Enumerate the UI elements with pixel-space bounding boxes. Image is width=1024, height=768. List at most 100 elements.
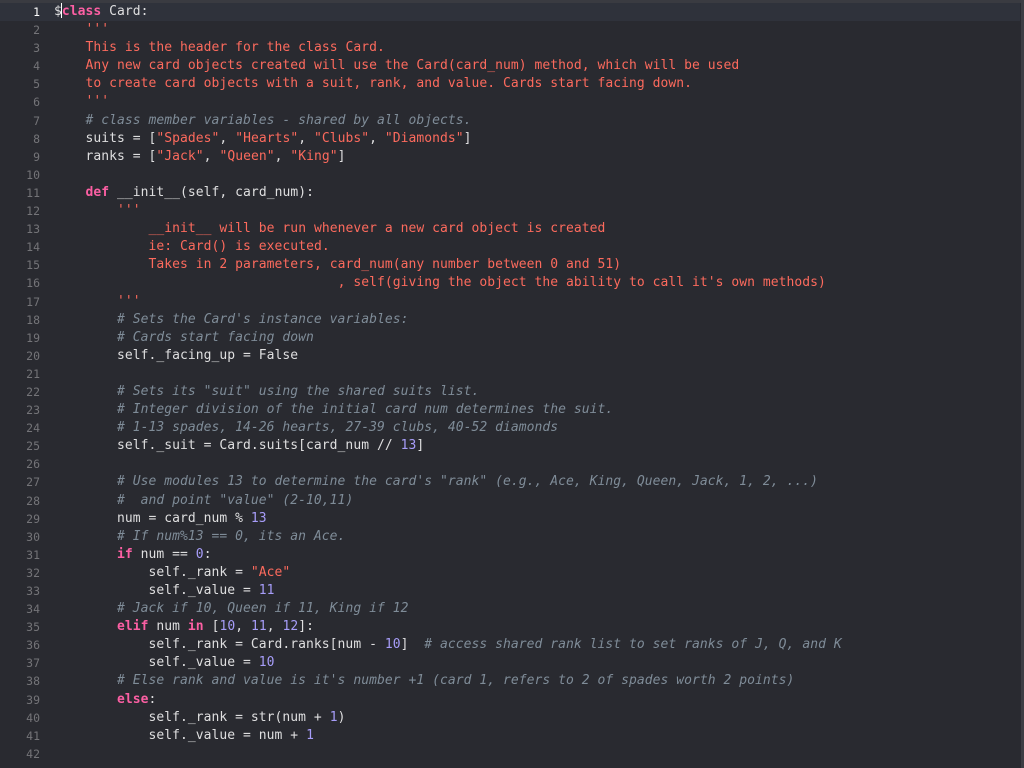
string-token: "Clubs" [313, 130, 370, 146]
code-line[interactable]: 12 ''' [0, 202, 1020, 220]
code-line[interactable]: 34 # Jack if 10, Queen if 11, King if 12 [0, 600, 1020, 618]
line-number: 20 [26, 348, 40, 363]
code-line[interactable]: 42 [0, 745, 1020, 763]
code-text[interactable]: # Sets its "suit" using the shared suits… [54, 383, 479, 401]
code-text[interactable]: elif num in [10, 11, 12]: [54, 618, 314, 636]
code-line[interactable]: 16 , self(giving the object the ability … [0, 274, 1020, 292]
code-line[interactable]: 13 __init__ will be run whenever a new c… [0, 220, 1020, 238]
code-text[interactable]: # Integer division of the initial card n… [54, 401, 613, 419]
code-text[interactable]: # Cards start facing down [54, 329, 314, 347]
code-text[interactable]: Any new card objects created will use th… [54, 57, 740, 75]
code-text[interactable]: This is the header for the class Card. [54, 39, 385, 57]
code-text[interactable]: def __init__(self, card_num): [54, 184, 314, 202]
code-token: , [219, 130, 236, 146]
number-token: 11 [258, 583, 275, 598]
code-line[interactable]: 18 # Sets the Card's instance variables: [0, 311, 1020, 329]
code-token: self._rank = Card.ranks[num - [54, 637, 385, 653]
code-text[interactable]: Takes in 2 parameters, card_num(any numb… [54, 256, 622, 274]
code-text[interactable]: ''' [54, 93, 110, 111]
code-line[interactable]: 21 [0, 365, 1020, 383]
code-line[interactable]: 33 self._value = 11 [0, 582, 1020, 600]
code-line[interactable]: 25 self._suit = Card.suits[card_num // 1… [0, 437, 1020, 455]
line-number: 36 [26, 638, 40, 653]
code-editor[interactable]: 1 $class Card: 2 ''' 3 This is the header f… [0, 3, 1020, 768]
code-line[interactable]: 36 self._rank = Card.ranks[num - 10] # a… [0, 636, 1020, 654]
code-line[interactable]: 9 ranks = ["Jack", "Queen", "King"] [0, 148, 1020, 166]
code-text[interactable]: ''' [54, 21, 110, 39]
code-line[interactable]: 28 # and point "value" (2-10,11) [0, 492, 1020, 510]
code-token: ] [400, 637, 425, 653]
code-line[interactable]: 14 ie: Card() is executed. [0, 238, 1020, 256]
line-number: 42 [26, 746, 40, 761]
number-token: 10 [219, 619, 236, 635]
code-text[interactable]: suits = ["Spades", "Hearts", "Clubs", "D… [54, 130, 472, 148]
code-line[interactable]: 37 self._value = 10 [0, 654, 1020, 672]
code-line[interactable]: 32 self._rank = "Ace" [0, 564, 1020, 582]
code-text[interactable]: self._rank = "Ace" [54, 564, 291, 582]
code-line[interactable]: 8 suits = ["Spades", "Hearts", "Clubs", … [0, 130, 1020, 148]
code-text[interactable]: self._value = num + 1 [54, 727, 314, 745]
code-text[interactable]: self._suit = Card.suits[card_num // 13] [54, 437, 424, 455]
code-line[interactable]: 23 # Integer division of the initial car… [0, 401, 1020, 419]
code-line[interactable]: 3 This is the header for the class Card. [0, 39, 1020, 57]
code-text[interactable]: $class Card: [54, 3, 149, 21]
code-text[interactable]: self._facing_up = False [54, 347, 298, 365]
code-line[interactable]: 35 elif num in [10, 11, 12]: [0, 618, 1020, 636]
code-line[interactable]: 39 else: [0, 691, 1020, 709]
code-text[interactable]: , self(giving the object the ability to … [54, 274, 826, 292]
code-line[interactable]: 5 to create card objects with a suit, ra… [0, 75, 1020, 93]
code-text[interactable]: num = card_num % 13 [54, 510, 267, 528]
code-text[interactable]: self._value = 11 [54, 582, 275, 600]
code-text[interactable]: # Jack if 10, Queen if 11, King if 12 [54, 600, 408, 618]
code-text[interactable]: if num == 0: [54, 546, 212, 564]
code-text[interactable]: self._rank = Card.ranks[num - 10] # acce… [54, 636, 842, 654]
code-line[interactable]: 10 [0, 166, 1020, 184]
code-line[interactable]: 29 num = card_num % 13 [0, 510, 1020, 528]
code-line[interactable]: 2 ''' [0, 21, 1020, 39]
code-text[interactable]: to create card objects with a suit, rank… [54, 75, 692, 93]
line-number: 11 [26, 185, 40, 200]
code-text[interactable]: __init__ will be run whenever a new card… [54, 220, 606, 238]
code-line[interactable]: 20 self._facing_up = False [0, 347, 1020, 365]
code-text[interactable]: # Else rank and value is it's number +1 … [54, 672, 794, 690]
code-text[interactable]: ''' [54, 293, 141, 311]
code-token: [ [203, 619, 220, 635]
code-line[interactable]: 4 Any new card objects created will use … [0, 57, 1020, 75]
code-text[interactable]: ie: Card() is executed. [54, 238, 330, 256]
code-text[interactable]: ranks = ["Jack", "Queen", "King"] [54, 148, 346, 166]
code-text[interactable]: self._rank = str(num + 1) [54, 709, 346, 727]
code-token: , [266, 619, 283, 635]
code-line[interactable]: 41 self._value = num + 1 [0, 727, 1020, 745]
code-line[interactable]: 7 # class member variables - shared by a… [0, 112, 1020, 130]
code-line[interactable]: 30 # If num%13 == 0, its an Ace. [0, 528, 1020, 546]
code-line[interactable]: 22 # Sets its "suit" using the shared su… [0, 383, 1020, 401]
code-text[interactable]: # 1-13 spades, 14-26 hearts, 27-39 clubs… [54, 419, 558, 437]
number-token: 1 [329, 709, 338, 725]
code-line[interactable]: 15 Takes in 2 parameters, card_num(any n… [0, 256, 1020, 274]
docstring-token: ''' [117, 293, 141, 309]
code-text[interactable]: # Sets the Card's instance variables: [54, 311, 408, 329]
code-line[interactable]: 6 ''' [0, 93, 1020, 111]
code-text[interactable]: # Use modules 13 to determine the card's… [54, 473, 818, 491]
code-line[interactable]: 24 # 1-13 spades, 14-26 hearts, 27-39 cl… [0, 419, 1020, 437]
code-token: num == [132, 546, 196, 562]
code-line[interactable]: 27 # Use modules 13 to determine the car… [0, 473, 1020, 491]
code-line[interactable]: 11 def __init__(self, card_num): [0, 184, 1020, 202]
code-line[interactable]: 1 $class Card: [0, 3, 1020, 22]
code-line[interactable]: 26 [0, 455, 1020, 473]
code-text[interactable]: self._value = 10 [54, 654, 275, 672]
code-text[interactable]: # If num%13 == 0, its an Ace. [54, 528, 345, 546]
code-line[interactable]: 40 self._rank = str(num + 1) [0, 709, 1020, 727]
code-text[interactable]: # class member variables - shared by all… [54, 112, 472, 130]
code-text[interactable]: else: [54, 691, 156, 709]
code-line[interactable]: 19 # Cards start facing down [0, 329, 1020, 347]
code-text[interactable]: # and point "value" (2-10,11) [54, 492, 353, 510]
code-line[interactable]: 38 # Else rank and value is it's number … [0, 672, 1020, 690]
code-line[interactable]: 31 if num == 0: [0, 546, 1020, 564]
code-text[interactable]: ''' [54, 202, 141, 220]
code-token: self._facing_up = False [54, 347, 299, 363]
code-line[interactable]: 17 ''' [0, 293, 1020, 311]
